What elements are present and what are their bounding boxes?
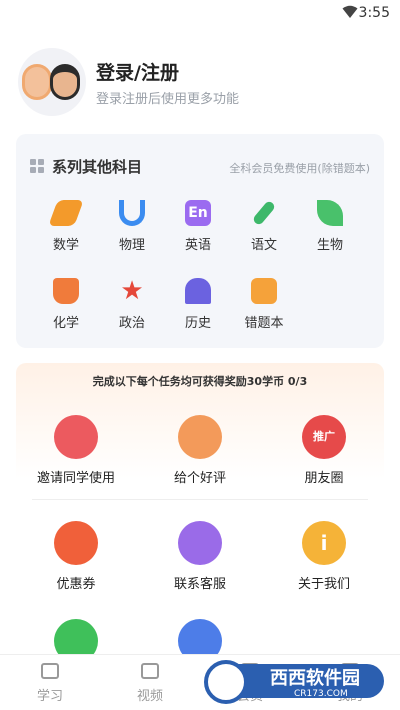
english-icon: En — [185, 200, 211, 226]
coupon-icon — [54, 521, 98, 565]
subject-mistakes[interactable]: 错题本 — [236, 278, 292, 331]
svg-text:CR173.COM: CR173.COM — [294, 689, 348, 699]
task-card: 完成以下每个任务均可获得奖励30学币 0/3 邀请同学使用 给个好评 推广 朋友… — [16, 363, 384, 663]
coupons[interactable]: 优惠券 — [16, 521, 136, 592]
moments-share[interactable]: 推广 朋友圈 — [264, 415, 384, 486]
subject-label: 历史 — [184, 316, 211, 331]
subjects-card: 系列其他科目 全科会员免费使用(除错题本) 数学 物理 En 英语 语文 生物 … — [16, 134, 384, 348]
nav-label: 学习 — [36, 689, 63, 704]
avatar-girl-icon — [22, 64, 52, 100]
magnet-icon — [119, 200, 145, 226]
task-label: 关于我们 — [297, 577, 350, 592]
leaf-icon — [317, 200, 343, 226]
subject-label: 错题本 — [244, 316, 284, 331]
login-hint: 登录注册后使用更多功能 — [96, 92, 240, 107]
brush-icon — [251, 199, 277, 227]
profile-header[interactable]: 登录/注册 登录注册后使用更多功能 — [16, 46, 384, 118]
contact-support[interactable]: 联系客服 — [140, 521, 260, 592]
login-register-title[interactable]: 登录/注册 — [96, 58, 179, 85]
subject-biology[interactable]: 生物 — [302, 200, 358, 253]
subject-chinese[interactable]: 语文 — [236, 199, 292, 253]
video-icon — [141, 663, 159, 679]
book-icon — [41, 663, 59, 679]
about-us[interactable]: i 关于我们 — [264, 521, 384, 592]
tag-icon — [251, 278, 277, 304]
promo-badge: 推广 — [313, 430, 335, 443]
give-review[interactable]: 给个好评 — [140, 415, 260, 486]
avatar-boy-icon — [50, 64, 80, 100]
subject-math[interactable]: 数学 — [38, 200, 94, 253]
temple-icon — [185, 278, 211, 304]
task-label: 优惠券 — [56, 577, 96, 592]
subject-label: 语文 — [250, 238, 277, 253]
task-label: 朋友圈 — [304, 471, 344, 486]
flask-icon — [53, 278, 79, 304]
nav-study[interactable]: 学习 — [0, 663, 100, 704]
subject-label: 数学 — [52, 238, 79, 253]
task-title: 完成以下每个任务均可获得奖励30学币 0/3 — [92, 375, 308, 388]
task-label: 联系客服 — [173, 577, 226, 592]
subjects-note: 全科会员免费使用(除错题本) — [229, 162, 370, 175]
task-label: 给个好评 — [173, 471, 226, 486]
invite-classmates[interactable]: 邀请同学使用 — [16, 415, 136, 486]
subject-label: 英语 — [184, 238, 211, 253]
subject-physics[interactable]: 物理 — [104, 200, 160, 253]
thumbs-up-icon — [178, 415, 222, 459]
subject-label: 化学 — [52, 316, 79, 331]
star-icon: ★ — [120, 276, 144, 306]
grid-icon — [30, 159, 44, 173]
promo-icon: 推广 — [302, 415, 346, 459]
subject-chemistry[interactable]: 化学 — [38, 278, 94, 331]
math-icon — [48, 200, 84, 226]
subject-label: 生物 — [316, 238, 343, 253]
invite-icon — [54, 415, 98, 459]
info-icon: i — [302, 521, 346, 565]
watermark-logo: 西西软件园 CR173.COM — [204, 660, 384, 704]
subject-label: 政治 — [118, 316, 145, 331]
wifi-icon — [342, 5, 358, 18]
subject-label: 物理 — [118, 238, 145, 253]
subject-english[interactable]: En 英语 — [170, 200, 226, 253]
status-time: 3:55 — [358, 5, 390, 21]
task-label: 邀请同学使用 — [36, 471, 115, 486]
divider — [32, 499, 368, 500]
status-bar: 3:55 — [0, 0, 400, 26]
subject-politics[interactable]: ★ 政治 — [104, 278, 160, 331]
avatar[interactable] — [18, 48, 86, 116]
nav-label: 视频 — [136, 689, 163, 704]
svg-text:西西软件园: 西西软件园 — [270, 667, 360, 689]
subject-history[interactable]: 历史 — [170, 278, 226, 331]
nav-video[interactable]: 视频 — [100, 663, 200, 704]
subjects-heading: 系列其他科目 — [52, 158, 143, 176]
chat-icon — [178, 521, 222, 565]
